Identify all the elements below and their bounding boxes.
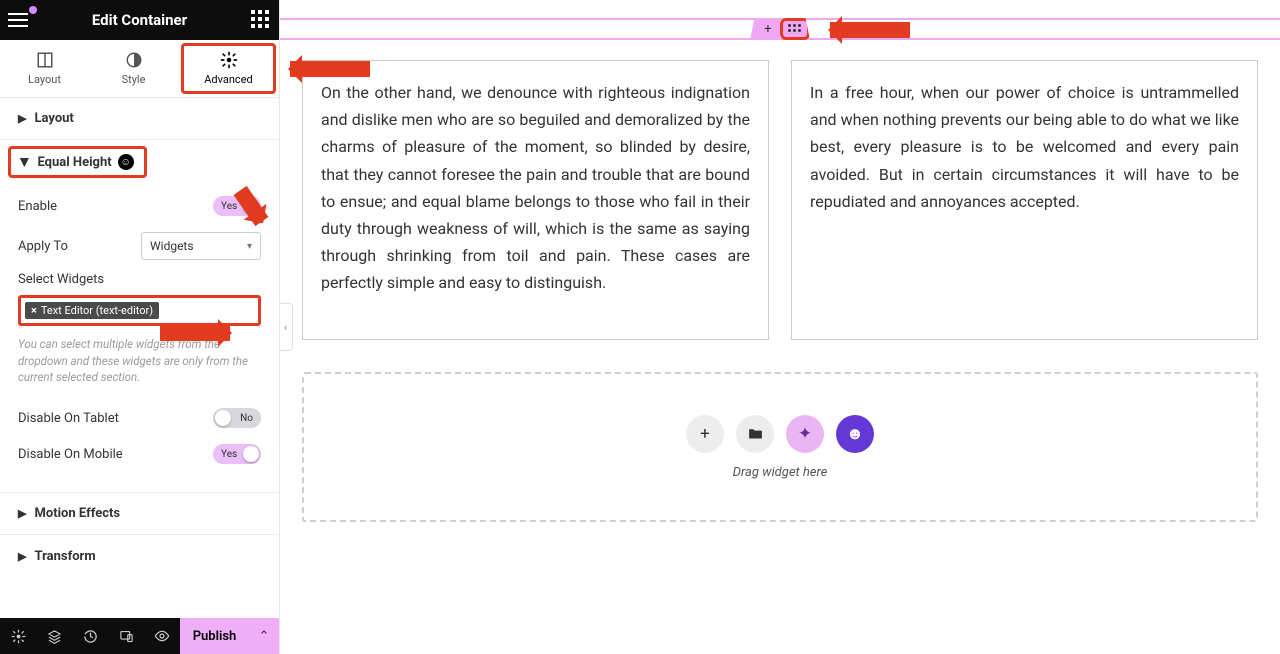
section-equal-height-label: Equal Height (37, 155, 111, 170)
apps-grid-button[interactable] (251, 10, 271, 30)
notification-dot-icon (29, 6, 37, 14)
select-widgets-input[interactable]: × Text Editor (text-editor) (18, 295, 261, 326)
chip-remove-icon[interactable]: × (31, 304, 37, 317)
text-widget-2[interactable]: In a free hour, when our power of choice… (791, 60, 1258, 340)
tab-style[interactable]: Style (89, 40, 178, 97)
sidebar-footer: Publish ⌃ (0, 618, 279, 654)
chevron-down-icon: ▶ (19, 158, 32, 166)
menu-button[interactable] (8, 13, 28, 27)
style-icon (125, 51, 143, 69)
container-add-button[interactable]: + (750, 18, 780, 40)
publish-button[interactable]: Publish (180, 618, 249, 654)
chip-label: Text Editor (text-editor) (41, 304, 153, 317)
gear-icon (11, 629, 26, 644)
widget-chip[interactable]: × Text Editor (text-editor) (25, 302, 159, 319)
drag-handle-icon (788, 24, 802, 34)
add-widget-button[interactable]: + (686, 415, 724, 453)
editor-tabs: Layout Style Advanced (0, 40, 279, 98)
container-drag-handle[interactable] (780, 18, 810, 40)
disable-tablet-toggle[interactable]: No (213, 408, 261, 428)
section-transform[interactable]: ▶ Transform (0, 535, 279, 577)
sidebar-header: Edit Container (0, 0, 279, 40)
tab-layout-label: Layout (28, 73, 61, 86)
apply-to-label: Apply To (18, 239, 68, 254)
section-layout-label: Layout (34, 111, 73, 126)
tab-advanced-label: Advanced (204, 73, 252, 86)
disable-tablet-label: Disable On Tablet (18, 411, 119, 426)
happy-face-icon: ☻ (846, 424, 864, 444)
history-icon (83, 629, 98, 644)
panel-title: Edit Container (92, 11, 187, 29)
settings-button[interactable] (0, 618, 36, 654)
section-motion-effects[interactable]: ▶ Motion Effects (0, 493, 279, 535)
equal-height-panel: Enable Yes Apply To Widgets ▾ Select Wid… (0, 178, 279, 493)
publish-label: Publish (193, 629, 237, 644)
chevron-right-icon: ▶ (18, 550, 26, 563)
disable-tablet-text: No (240, 413, 253, 424)
apply-to-value: Widgets (150, 239, 194, 253)
enable-label: Enable (18, 199, 57, 214)
tab-advanced[interactable]: Advanced (181, 43, 276, 94)
chevron-up-icon: ⌃ (259, 629, 270, 644)
text-widget-1-content: On the other hand, we denounce with righ… (321, 83, 750, 292)
apply-to-select[interactable]: Widgets ▾ (141, 232, 261, 260)
sparkle-icon: ✦ (798, 424, 812, 444)
tab-style-label: Style (122, 73, 146, 86)
gear-icon (220, 51, 238, 69)
container-handle-bar: + (280, 18, 1280, 40)
chevron-left-icon: ‹ (284, 321, 287, 334)
tab-layout[interactable]: Layout (0, 40, 89, 97)
happy-addons-button[interactable]: ☻ (836, 415, 874, 453)
ai-button[interactable]: ✦ (786, 415, 824, 453)
select-widgets-help: You can select multiple widgets from the… (18, 336, 261, 386)
enable-toggle-text: Yes (221, 201, 237, 212)
drop-zone[interactable]: + ✦ ☻ Drag widget here (302, 372, 1258, 522)
plus-icon: + (764, 22, 771, 37)
folder-icon (747, 425, 764, 442)
text-widget-1[interactable]: On the other hand, we denounce with righ… (302, 60, 769, 340)
layout-icon (36, 51, 54, 69)
chevron-right-icon: ▶ (18, 507, 26, 520)
eye-icon (154, 628, 170, 644)
section-layout[interactable]: ▶ Layout (0, 98, 279, 140)
drop-zone-actions: + ✦ ☻ (686, 415, 874, 453)
section-transform-label: Transform (34, 549, 95, 564)
collapse-sidebar-button[interactable]: ‹ (280, 303, 293, 351)
editor-sidebar: Edit Container Layout Style Advanced ▶ L… (0, 0, 280, 654)
section-motion-label: Motion Effects (34, 506, 120, 521)
preview-button[interactable] (144, 618, 180, 654)
navigator-button[interactable] (36, 618, 72, 654)
disable-mobile-toggle[interactable]: Yes (213, 444, 261, 464)
select-widgets-label: Select Widgets (18, 272, 261, 287)
add-template-button[interactable] (736, 415, 774, 453)
drop-hint: Drag widget here (733, 465, 828, 480)
chevron-down-icon: ▾ (247, 241, 252, 252)
plus-icon: + (700, 424, 710, 444)
happy-addons-icon: ☺ (118, 154, 134, 170)
enable-toggle[interactable]: Yes (213, 196, 261, 216)
section-equal-height[interactable]: ▶ Equal Height ☺ (8, 146, 147, 178)
chevron-right-icon: ▶ (18, 112, 26, 125)
layers-icon (47, 629, 62, 644)
text-widget-2-content: In a free hour, when our power of choice… (810, 83, 1239, 211)
publish-options-button[interactable]: ⌃ (249, 618, 279, 654)
editor-canvas: ‹ + On the other hand, we denounce with … (280, 0, 1280, 654)
responsive-button[interactable] (108, 618, 144, 654)
container-columns: On the other hand, we denounce with righ… (280, 60, 1280, 362)
disable-mobile-text: Yes (221, 449, 237, 460)
devices-icon (119, 629, 134, 644)
history-button[interactable] (72, 618, 108, 654)
disable-mobile-label: Disable On Mobile (18, 447, 123, 462)
sidebar-scroll: ▶ Layout ▶ Equal Height ☺ Enable Yes App… (0, 98, 279, 618)
